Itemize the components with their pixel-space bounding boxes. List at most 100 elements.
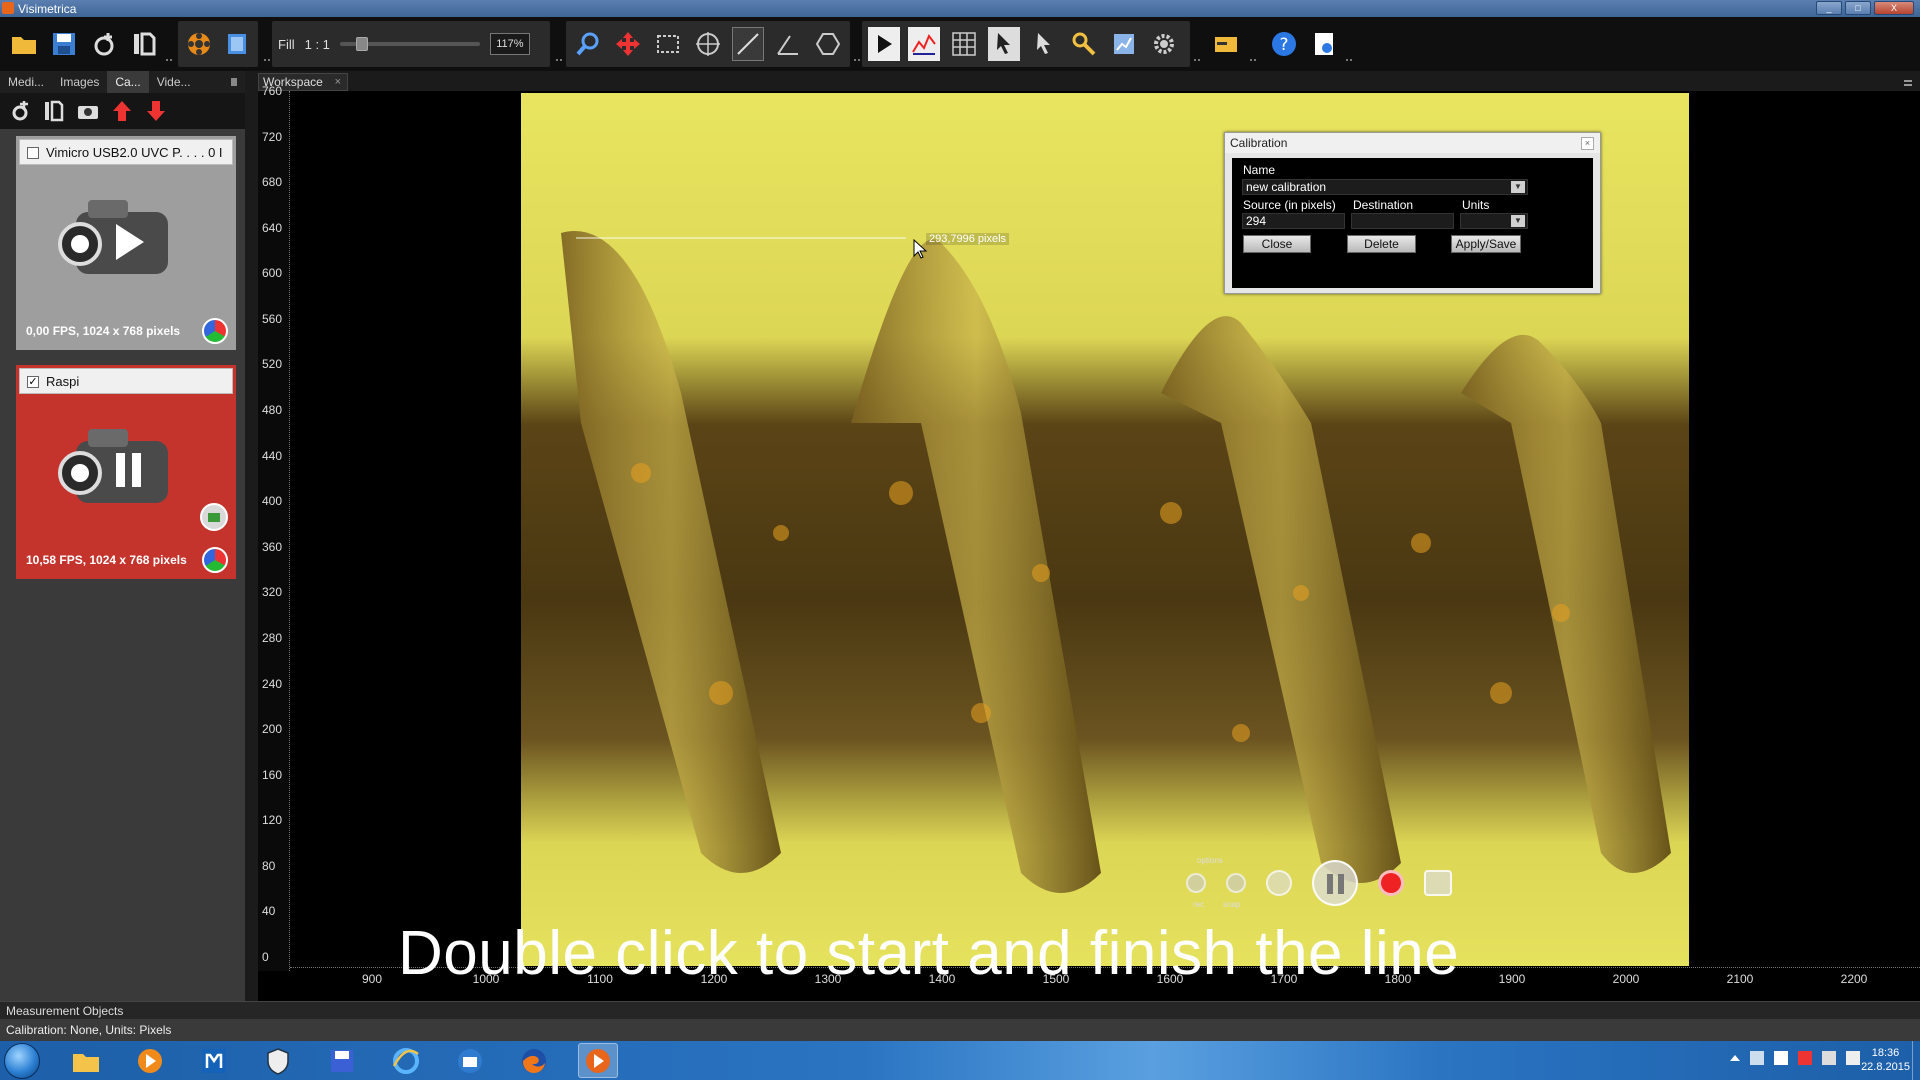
color-adjust-icon[interactable] — [202, 547, 228, 573]
zoom-tool-button[interactable] — [572, 27, 604, 61]
clock[interactable]: 18:36 22.8.2015 — [1861, 1046, 1910, 1074]
tab-videos[interactable]: Vide... — [149, 71, 199, 93]
flag-icon[interactable] — [1798, 1051, 1812, 1065]
settings-button[interactable] — [1148, 27, 1180, 61]
taskbar-explorer[interactable] — [66, 1043, 106, 1078]
color-adjust-icon[interactable] — [202, 318, 228, 344]
tray-expand-icon[interactable] — [1730, 1055, 1740, 1061]
windows-icon[interactable] — [1774, 1051, 1788, 1065]
import-camera-icon[interactable] — [42, 99, 66, 123]
save-button[interactable] — [48, 27, 80, 61]
units-select[interactable] — [1460, 213, 1528, 229]
volume-icon[interactable] — [1846, 1051, 1860, 1065]
select-pointer-button[interactable] — [988, 27, 1020, 61]
zoom-slider-thumb[interactable] — [355, 37, 368, 51]
snapshot-camera-icon[interactable] — [1424, 870, 1452, 896]
destination-field[interactable] — [1351, 213, 1454, 229]
rec-caption: rec — [1193, 900, 1205, 909]
calibration-dialog: Calibration × Name new calibration Sourc… — [1224, 132, 1601, 294]
window-title: Visimetrica — [18, 2, 77, 16]
taskbar-save-tool[interactable] — [322, 1043, 362, 1078]
color-filter-button[interactable] — [184, 27, 214, 61]
workspace-canvas[interactable]: 760 720 680 640 600 560 520 480 440 400 360 320 280 2… — [258, 84, 1920, 1010]
search-button[interactable] — [1068, 27, 1100, 61]
video-camera-play-icon[interactable] — [58, 182, 186, 292]
camera-checkbox[interactable]: ✓ — [27, 376, 39, 388]
close-tab-icon[interactable]: × — [335, 74, 341, 90]
pan-tool-button[interactable] — [612, 27, 644, 61]
minimize-button[interactable]: _ — [1816, 1, 1842, 15]
camera-card-raspi[interactable]: ✓ Raspi 10,58 FPS, 1024 x 768 pixels — [16, 365, 236, 579]
camera-toolbar — [0, 93, 245, 129]
taskbar-visimetrica[interactable] — [578, 1043, 618, 1078]
taskbar-ie[interactable] — [386, 1043, 426, 1078]
one-to-one-button[interactable]: 1 : 1 — [305, 37, 330, 52]
rect-select-button[interactable] — [652, 27, 684, 61]
tab-cameras[interactable]: Ca... — [107, 71, 149, 93]
zoom-slider[interactable] — [339, 37, 480, 51]
pin-icon[interactable] — [231, 78, 237, 86]
about-button[interactable] — [1308, 27, 1340, 61]
chart-button[interactable] — [1108, 27, 1140, 61]
help-button[interactable]: ? — [1268, 27, 1300, 61]
play-button[interactable] — [868, 27, 900, 61]
zoom-level-field[interactable]: 117% — [489, 33, 530, 55]
add-camera-icon[interactable] — [8, 99, 32, 123]
source-pixels-field[interactable]: 294 — [1242, 213, 1345, 229]
maximize-button[interactable]: □ — [1845, 1, 1871, 15]
apply-save-button[interactable]: Apply/Save — [1451, 235, 1521, 253]
polygon-icon — [815, 33, 841, 55]
layers-button[interactable] — [222, 27, 252, 61]
dialog-close-icon[interactable]: × — [1581, 137, 1594, 150]
close-button[interactable]: Close — [1243, 235, 1311, 253]
save-snapshot-icon[interactable] — [200, 503, 228, 531]
delete-button[interactable]: Delete — [1347, 235, 1416, 253]
snap-options-button[interactable] — [1226, 873, 1246, 893]
multi-select-button[interactable] — [1028, 27, 1060, 61]
taskbar-app-m[interactable] — [194, 1043, 234, 1078]
camera-card-vimicro[interactable]: Vimicro USB2.0 UVC P. . . . 0 I 0,00 FPS… — [16, 136, 236, 350]
app-icon — [2, 2, 14, 14]
tab-images[interactable]: Images — [52, 71, 107, 93]
bluetooth-icon[interactable] — [1750, 1051, 1764, 1065]
move-down-icon[interactable] — [144, 99, 168, 123]
import-button[interactable] — [128, 27, 160, 61]
close-window-button[interactable]: X — [1874, 1, 1914, 15]
taskbar-media-player[interactable] — [130, 1043, 170, 1078]
layers-icon — [228, 34, 246, 54]
graph-button[interactable] — [908, 27, 940, 61]
measurement-line[interactable] — [576, 237, 906, 239]
start-button[interactable] — [4, 1043, 40, 1079]
angle-tool-button[interactable] — [772, 27, 804, 61]
record-options-button[interactable] — [1186, 873, 1206, 893]
show-desktop-button[interactable] — [1912, 1041, 1920, 1080]
tab-media[interactable]: Medi... — [0, 71, 52, 93]
angle-icon — [777, 35, 798, 55]
camera-settings-icon[interactable] — [76, 99, 100, 123]
measurement-objects-panel[interactable]: Measurement Objects — [0, 1001, 1920, 1019]
circle-tool-button[interactable] — [692, 27, 724, 61]
measurement-objects-tab[interactable]: Measurement Objects — [6, 1004, 123, 1018]
grid-button[interactable] — [948, 27, 980, 61]
add-device-button[interactable] — [88, 27, 120, 61]
line-tool-button[interactable] — [732, 27, 764, 61]
y-tick-label: 80 — [262, 858, 276, 873]
measurement-value: 293,7996 pixels — [926, 233, 1010, 245]
pause-button[interactable] — [1312, 860, 1358, 906]
workspace-menu-icon[interactable] — [1904, 80, 1912, 86]
video-camera-pause-icon[interactable] — [58, 411, 186, 521]
move-up-icon[interactable] — [110, 99, 134, 123]
polygon-tool-button[interactable] — [812, 27, 844, 61]
camera-checkbox[interactable] — [27, 147, 39, 159]
calibration-name-select[interactable]: new calibration — [1242, 179, 1528, 195]
instruction-caption: Double click to start and finish the lin… — [398, 919, 1460, 988]
export-button[interactable] — [1210, 27, 1242, 61]
record-button[interactable] — [1378, 870, 1404, 896]
open-folder-button[interactable] — [8, 27, 40, 61]
stop-button[interactable] — [1266, 870, 1292, 896]
fill-button[interactable]: Fill — [278, 37, 295, 52]
taskbar-security[interactable] — [258, 1043, 298, 1078]
taskbar-firefox[interactable] — [514, 1043, 554, 1078]
network-icon[interactable] — [1822, 1051, 1836, 1065]
taskbar-thunderbird[interactable] — [450, 1043, 490, 1078]
